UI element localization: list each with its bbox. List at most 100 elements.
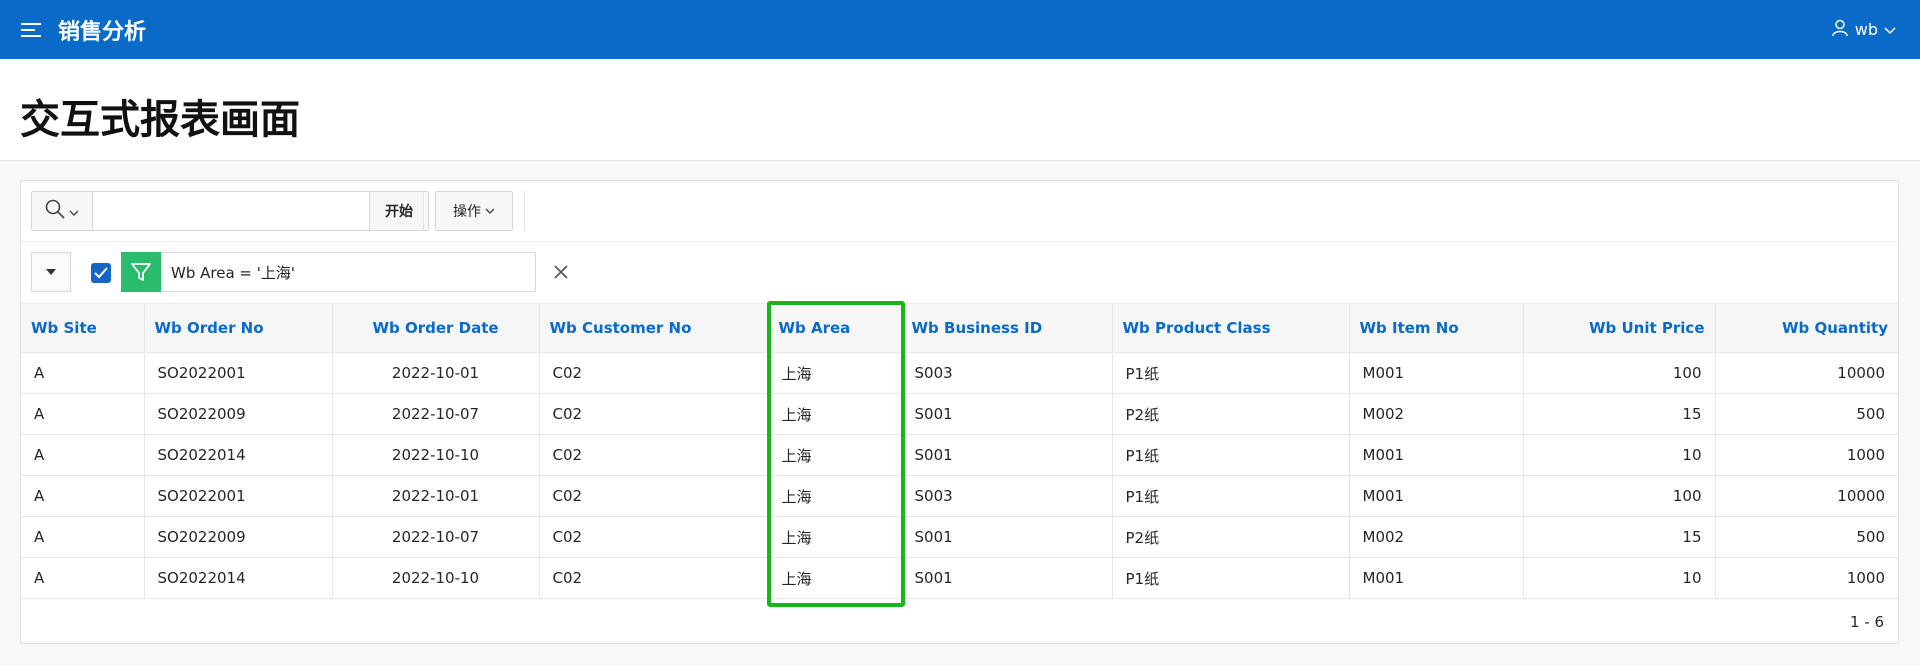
cell-site: A [21, 393, 145, 435]
cell-unit-price: 15 [1523, 393, 1716, 435]
collapse-filters-button[interactable] [31, 252, 71, 292]
table-row: A SO2022014 2022-10-10 C02 上海 S001 P1纸 M… [21, 434, 1898, 476]
cell-business-id: S003 [901, 475, 1113, 517]
check-icon [94, 267, 108, 279]
page-title: 交互式报表画面 [20, 96, 300, 143]
cell-item-no: M002 [1349, 393, 1524, 435]
cell-order-no: SO2022001 [144, 352, 333, 394]
cell-item-no: M001 [1349, 557, 1524, 599]
cell-product-class: P1纸 [1112, 475, 1350, 517]
cell-product-class: P2纸 [1112, 516, 1350, 558]
column-header-business-id[interactable]: Wb Business ID [901, 304, 1113, 353]
cell-area: 上海 [768, 352, 902, 394]
cell-business-id: S001 [901, 557, 1113, 599]
cell-business-id: S001 [901, 434, 1113, 476]
table-row: A SO2022009 2022-10-07 C02 上海 S001 P2纸 M… [21, 393, 1898, 435]
user-icon [1831, 19, 1849, 41]
caret-down-icon [46, 269, 56, 275]
cell-customer-no: C02 [539, 475, 769, 517]
cell-site: A [21, 475, 145, 517]
menu-icon[interactable] [18, 16, 46, 44]
interactive-report: 开始 操作 Wb Area = '上海' Wb Site Wb Order No… [20, 180, 1899, 644]
table-row: A SO2022001 2022-10-01 C02 上海 S003 P1纸 M… [21, 475, 1898, 517]
filter-icon[interactable] [121, 252, 161, 292]
user-menu[interactable]: wb [1831, 0, 1896, 59]
actions-label: 操作 [453, 204, 481, 220]
cell-site: A [21, 516, 145, 558]
cell-customer-no: C02 [539, 352, 769, 394]
filter-bar: Wb Area = '上海' [21, 242, 1898, 304]
cell-order-no: SO2022014 [144, 434, 333, 476]
cell-area: 上海 [768, 475, 902, 517]
search-bar: 开始 [31, 191, 429, 231]
column-header-order-no[interactable]: Wb Order No [144, 304, 333, 353]
cell-order-no: SO2022009 [144, 516, 333, 558]
remove-filter-icon[interactable] [551, 262, 571, 282]
cell-order-date: 2022-10-10 [332, 557, 540, 599]
cell-quantity: 500 [1715, 393, 1898, 435]
cell-customer-no: C02 [539, 393, 769, 435]
cell-unit-price: 15 [1523, 516, 1716, 558]
cell-unit-price: 100 [1523, 352, 1716, 394]
app-title[interactable]: 销售分析 [58, 14, 146, 46]
cell-order-date: 2022-10-07 [332, 516, 540, 558]
cell-item-no: M001 [1349, 434, 1524, 476]
cell-business-id: S003 [901, 352, 1113, 394]
report-toolbar: 开始 操作 [21, 181, 1898, 242]
table-row: A SO2022014 2022-10-10 C02 上海 S001 P1纸 M… [21, 557, 1898, 599]
filter-expression[interactable]: Wb Area = '上海' [161, 252, 536, 292]
column-header-unit-price[interactable]: Wb Unit Price [1523, 304, 1716, 353]
cell-area: 上海 [768, 434, 902, 476]
cell-product-class: P1纸 [1112, 352, 1350, 394]
cell-unit-price: 10 [1523, 557, 1716, 599]
column-header-customer-no[interactable]: Wb Customer No [539, 304, 769, 353]
chevron-down-icon [69, 202, 79, 221]
cell-order-date: 2022-10-01 [332, 475, 540, 517]
cell-order-date: 2022-10-10 [332, 434, 540, 476]
cell-quantity: 1000 [1715, 557, 1898, 599]
cell-product-class: P1纸 [1112, 557, 1350, 599]
go-button[interactable]: 开始 [369, 192, 428, 230]
cell-quantity: 1000 [1715, 434, 1898, 476]
column-header-area[interactable]: Wb Area [768, 304, 902, 353]
top-nav-bar: 销售分析 wb [0, 0, 1920, 59]
cell-site: A [21, 352, 145, 394]
search-icon [45, 199, 65, 223]
cell-area: 上海 [768, 393, 902, 435]
table-row: A SO2022001 2022-10-01 C02 上海 S003 P1纸 M… [21, 352, 1898, 394]
table-header-row: Wb Site Wb Order No Wb Order Date Wb Cus… [21, 304, 1898, 353]
search-input[interactable] [93, 192, 369, 230]
cell-order-date: 2022-10-01 [332, 352, 540, 394]
cell-product-class: P1纸 [1112, 434, 1350, 476]
column-header-quantity[interactable]: Wb Quantity [1715, 304, 1898, 353]
cell-product-class: P2纸 [1112, 393, 1350, 435]
pagination-range: 1 - 6 [1849, 613, 1884, 631]
user-name: wb [1854, 20, 1878, 39]
report-table: Wb Site Wb Order No Wb Order Date Wb Cus… [21, 304, 1898, 599]
cell-quantity: 10000 [1715, 475, 1898, 517]
cell-customer-no: C02 [539, 516, 769, 558]
toolbar-divider [423, 191, 424, 231]
cell-quantity: 500 [1715, 516, 1898, 558]
cell-item-no: M002 [1349, 516, 1524, 558]
column-header-order-date[interactable]: Wb Order Date [332, 304, 540, 353]
cell-item-no: M001 [1349, 352, 1524, 394]
chevron-down-icon [485, 203, 495, 219]
cell-unit-price: 100 [1523, 475, 1716, 517]
cell-business-id: S001 [901, 516, 1113, 558]
cell-business-id: S001 [901, 393, 1113, 435]
column-header-item-no[interactable]: Wb Item No [1349, 304, 1524, 353]
filter-enable-checkbox[interactable] [91, 263, 111, 283]
column-header-product-class[interactable]: Wb Product Class [1112, 304, 1350, 353]
actions-menu-button[interactable]: 操作 [435, 191, 513, 231]
cell-item-no: M001 [1349, 475, 1524, 517]
cell-quantity: 10000 [1715, 352, 1898, 394]
search-column-selector[interactable] [32, 192, 93, 230]
cell-area: 上海 [768, 516, 902, 558]
column-header-site[interactable]: Wb Site [21, 304, 145, 353]
cell-area: 上海 [768, 557, 902, 599]
cell-order-date: 2022-10-07 [332, 393, 540, 435]
cell-order-no: SO2022009 [144, 393, 333, 435]
toolbar-divider [524, 191, 525, 231]
cell-order-no: SO2022001 [144, 475, 333, 517]
